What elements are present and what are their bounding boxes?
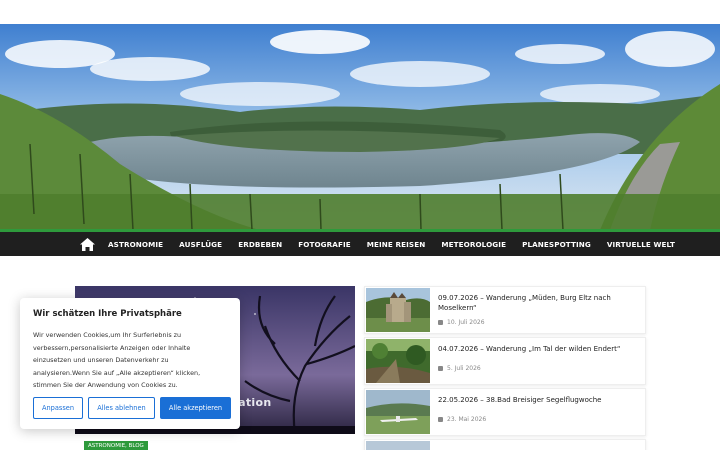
post-title[interactable]: 09.07.2026 – Wanderung „Müden, Burg Eltz… (438, 293, 638, 313)
post-thumbnail-valley[interactable] (366, 339, 430, 383)
post-date-text: 23. Mai 2026 (447, 416, 487, 423)
nav-item-planespotting[interactable]: PLANESPOTTING (522, 240, 591, 249)
nav-item-meine-reisen[interactable]: MEINE REISEN (367, 240, 426, 249)
list-item[interactable]: 09.07.2026 – Wanderung „Müden, Burg Eltz… (364, 286, 646, 334)
main-navigation: ASTRONOMIE AUSFLÜGE ERDBEBEN FOTOGRAFIE … (0, 229, 720, 256)
list-item[interactable]: 22.05.2026 – 38.Bad Breisiger Segelflugw… (364, 388, 646, 436)
post-date: 5. Juli 2026 (438, 365, 481, 372)
cookie-dialog-text: Wir verwenden Cookies,um Ihr Surferlebni… (33, 331, 201, 389)
post-date-text: 10. Juli 2026 (447, 319, 485, 326)
page: ASTRONOMIE AUSFLÜGE ERDBEBEN FOTOGRAFIE … (0, 0, 720, 450)
cookie-dialog-title: Wir schätzen Ihre Privatsphäre (33, 309, 182, 319)
calendar-icon (438, 366, 443, 371)
nav-item-fotografie[interactable]: FOTOGRAFIE (298, 240, 351, 249)
nav-item-virtuelle-welt[interactable]: VIRTUELLE WELT (607, 240, 675, 249)
nav-item-meteorologie[interactable]: METEOROLOGIE (441, 240, 506, 249)
customize-button[interactable]: Anpassen (33, 397, 83, 419)
post-title[interactable]: 04.07.2026 – Wanderung „Im Tal der wilde… (438, 344, 638, 354)
reject-all-button[interactable]: Alles ablehnen (88, 397, 155, 419)
nav-item-astronomie[interactable]: ASTRONOMIE (108, 240, 163, 249)
list-item[interactable]: 04.07.2026 – Wanderung „Im Tal der wilde… (364, 337, 646, 385)
nav-item-erdbeben[interactable]: ERDBEBEN (238, 240, 282, 249)
post-thumbnail[interactable] (366, 441, 430, 450)
nav-item-ausfluege[interactable]: AUSFLÜGE (179, 240, 222, 249)
list-item[interactable] (364, 439, 646, 450)
post-date-text: 5. Juli 2026 (447, 365, 481, 372)
calendar-icon (438, 320, 443, 325)
calendar-icon (438, 417, 443, 422)
accept-all-button[interactable]: Alle akzeptieren (160, 397, 231, 419)
post-thumbnail-glider[interactable] (366, 390, 430, 434)
post-date: 23. Mai 2026 (438, 416, 486, 423)
cookie-consent-dialog: Wir schätzen Ihre Privatsphäre Wir verwe… (20, 298, 240, 429)
category-tag[interactable]: ASTRONOMIE, BLOG (84, 441, 148, 450)
home-icon[interactable] (80, 237, 96, 251)
post-date: 10. Juli 2026 (438, 319, 485, 326)
cookie-button-row: Anpassen Alles ablehnen Alle akzeptieren (33, 397, 231, 419)
header-banner-image (0, 24, 720, 230)
post-thumbnail-castle[interactable] (366, 288, 430, 332)
post-title[interactable]: 22.05.2026 – 38.Bad Breisiger Segelflugw… (438, 395, 638, 405)
